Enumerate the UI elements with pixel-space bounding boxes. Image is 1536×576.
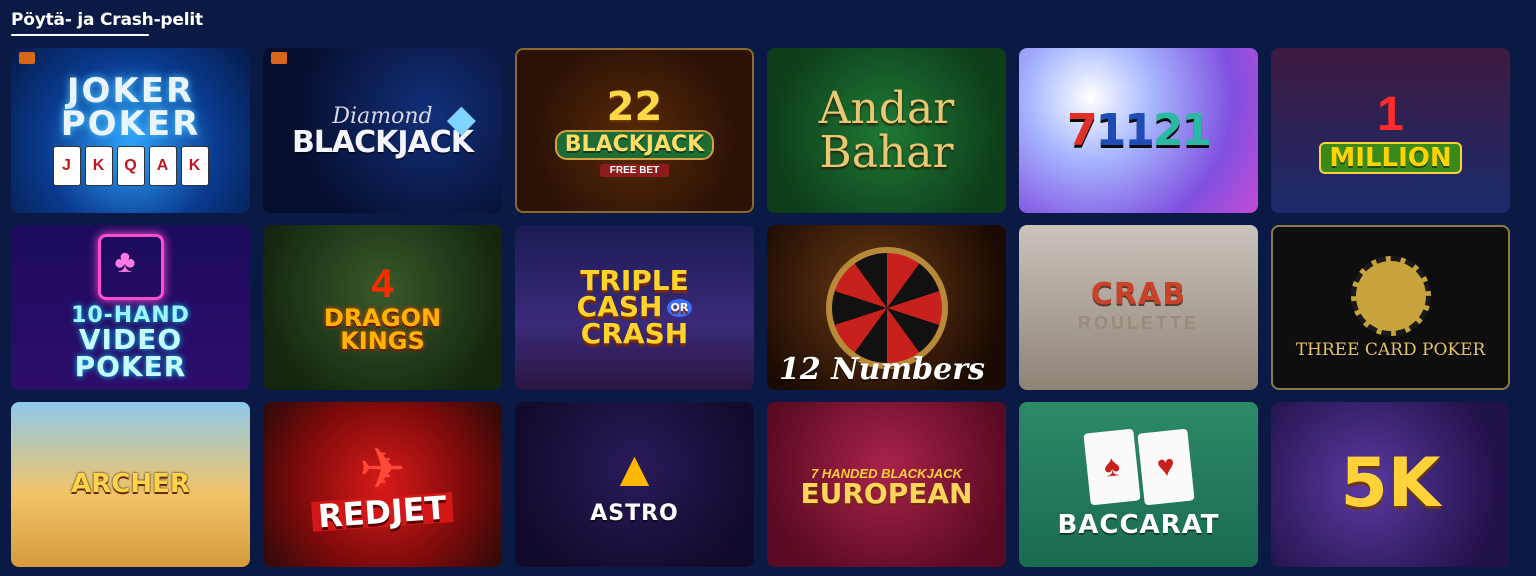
game-tile-baccarat[interactable]: ♠ ♥ BACCARAT	[1019, 402, 1258, 567]
game-tile-joker-poker[interactable]: JOKER POKER J K Q A K	[11, 48, 250, 213]
game-number: 22	[606, 83, 663, 130]
game-number: 4	[371, 262, 394, 307]
diamond-icon: ◆	[446, 98, 476, 140]
card-fan: J K Q A K	[52, 145, 209, 186]
spade-card-icon: ♠	[1082, 428, 1141, 506]
heart-card-icon: ♥	[1136, 428, 1195, 506]
title-part: 7	[1066, 104, 1098, 156]
rocket-icon: ▲	[609, 441, 660, 498]
game-tile-archer[interactable]: ARCHER	[11, 402, 250, 567]
roulette-wheel-icon	[825, 246, 948, 369]
game-tile-7-11-21[interactable]: 71121	[1019, 48, 1258, 213]
game-tile-triple-cash-or-crash[interactable]: TRIPLE CASH OR CRASH	[515, 225, 754, 390]
plane-icon: ✈	[359, 437, 406, 501]
game-title-line1: Andar	[818, 82, 955, 134]
game-title: ARCHER	[71, 469, 190, 500]
game-tile-5k[interactable]: 5K	[1271, 402, 1510, 567]
provider-badge-icon	[271, 52, 287, 64]
provider-badge-icon	[19, 52, 35, 64]
title-part: 11	[1095, 104, 1155, 156]
game-tile-4-dragon-kings[interactable]: 4 DRAGON KINGS	[263, 225, 502, 390]
game-title: REDJET	[311, 489, 454, 536]
game-tile-crab-roulette[interactable]: CRAB ROULETTE	[1019, 225, 1258, 390]
game-title-line2: Bahar	[819, 126, 954, 178]
section-title: Pöytä- ja Crash-pelit	[11, 10, 203, 30]
game-subtitle: ROULETTE	[1078, 313, 1199, 334]
game-tile-12-numbers[interactable]: 12 Numbers	[767, 225, 1006, 390]
game-tile-diamond-blackjack[interactable]: Diamond BLACKJACK ◆	[263, 48, 502, 213]
game-subtitle: FREE BET	[599, 164, 670, 178]
section-header: Pöytä- ja Crash-pelit	[11, 10, 203, 36]
playing-card: J	[52, 145, 81, 186]
game-title: 71121	[1067, 108, 1212, 152]
card-pair: ♠ ♥	[1082, 428, 1195, 506]
game-tile-european-blackjack[interactable]: 7 HANDED BLACKJACK EUROPEAN	[767, 402, 1006, 567]
game-tile-andar-bahar[interactable]: Andar Bahar	[767, 48, 1006, 213]
game-title: BACCARAT	[1057, 510, 1220, 541]
section-title-underline	[11, 34, 149, 36]
title-part: 21	[1152, 104, 1212, 156]
playing-card: Q	[116, 145, 145, 186]
game-title: ASTRO	[590, 501, 679, 527]
game-tile-redjet[interactable]: ✈ REDJET	[263, 402, 502, 567]
game-title-line2: KINGS	[340, 327, 425, 355]
game-title: MILLION	[1319, 141, 1462, 175]
game-tile-1-million[interactable]: 1 MILLION	[1271, 48, 1510, 213]
playing-card: K	[84, 145, 113, 186]
game-title-line3: CRASH	[580, 316, 689, 350]
playing-card: K	[180, 145, 209, 186]
game-title: EUROPEAN	[800, 476, 973, 510]
game-grid: JOKER POKER J K Q A K Diamond BLACKJACK …	[11, 48, 1510, 567]
game-title: CRAB	[1090, 276, 1187, 312]
game-title: JOKER POKER	[60, 71, 201, 144]
game-title: 12 Numbers	[779, 351, 985, 387]
or-badge: OR	[666, 298, 693, 318]
game-tile-astro[interactable]: ▲ ASTRO	[515, 402, 754, 567]
game-tile-22-blackjack[interactable]: 22 BLACKJACK FREE BET	[515, 48, 754, 213]
poker-chip-icon	[1350, 256, 1431, 337]
game-number: 1	[1377, 87, 1404, 141]
playing-card: A	[148, 145, 177, 186]
game-tile-10-hand-video-poker[interactable]: 10-HAND VIDEO POKER	[11, 225, 250, 390]
game-title: BLACKJACK	[554, 129, 715, 161]
game-title-line3: POKER	[74, 349, 187, 383]
game-tile-three-card-poker[interactable]: THREE CARD POKER	[1271, 225, 1510, 390]
neon-cards-icon	[97, 234, 164, 301]
game-title: 5K	[1340, 444, 1441, 524]
game-title: THREE CARD POKER	[1295, 340, 1486, 361]
